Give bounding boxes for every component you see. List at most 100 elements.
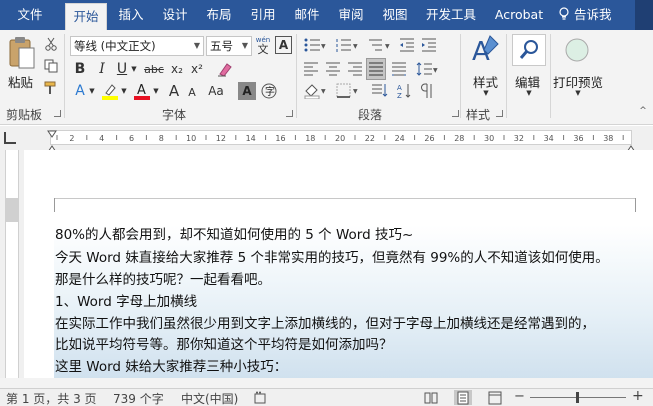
language-indicator[interactable]: 中文(中国)	[181, 390, 238, 406]
ruler-number: 32	[514, 134, 524, 143]
borders-icon[interactable]: ▼	[334, 82, 360, 100]
vertical-ruler[interactable]	[0, 150, 24, 378]
doc-paragraph[interactable]: 80%的人都会用到，却不知道如何使用的 5 个 Word 技巧~	[55, 223, 413, 243]
multilevel-list-icon[interactable]: ▼	[366, 36, 392, 54]
hanging-indent-marker[interactable]	[47, 142, 57, 153]
paste-label[interactable]: 粘贴	[8, 72, 33, 91]
account-area[interactable]	[635, 0, 653, 30]
bullets-icon[interactable]: ▼	[302, 36, 328, 54]
align-right-icon[interactable]	[346, 60, 364, 78]
distributed-icon[interactable]	[390, 60, 408, 78]
status-bar: 第 1 页，共 3 页 739 个字 中文(中国) − +	[0, 388, 653, 406]
enclose-character-icon[interactable]: 字	[260, 82, 278, 100]
styles-launcher[interactable]	[496, 110, 503, 117]
tab-home[interactable]: 开始	[65, 3, 107, 30]
format-painter-icon[interactable]	[42, 80, 60, 96]
zoom-in-icon[interactable]: +	[632, 388, 644, 404]
svg-text:▼: ▼	[353, 43, 358, 50]
tab-review[interactable]: 审阅	[330, 0, 372, 30]
tab-view[interactable]: 视图	[374, 0, 416, 30]
tab-file[interactable]: 文件	[6, 0, 54, 30]
tab-developer[interactable]: 开发工具	[418, 0, 484, 30]
paragraph-launcher[interactable]	[452, 110, 459, 117]
text-effects-button[interactable]: A	[72, 82, 88, 100]
zoom-out-icon[interactable]: −	[514, 389, 525, 404]
cut-icon[interactable]	[42, 36, 60, 52]
copy-icon[interactable]	[42, 58, 60, 74]
show-marks-icon[interactable]	[418, 82, 436, 100]
horizontal-scrollbar[interactable]	[0, 378, 653, 388]
italic-button[interactable]: I	[94, 60, 110, 78]
clipboard-group-label: 剪贴板	[6, 108, 43, 122]
decrease-indent-icon[interactable]	[398, 36, 416, 54]
font-color-icon[interactable]: A	[132, 82, 152, 100]
justify-icon[interactable]	[366, 58, 386, 80]
sort-icon[interactable]: AZ	[396, 82, 414, 100]
macro-record-icon[interactable]	[254, 391, 268, 406]
shading-icon[interactable]: ▼	[302, 82, 328, 100]
find-icon[interactable]	[512, 34, 546, 66]
character-shading-button[interactable]: A	[238, 82, 256, 100]
tab-design[interactable]: 设计	[154, 0, 196, 30]
clear-formatting-icon[interactable]	[216, 60, 234, 78]
change-case-button[interactable]: Aa	[204, 82, 228, 100]
zoom-slider-thumb[interactable]	[576, 392, 579, 403]
paste-icon[interactable]	[8, 36, 36, 73]
read-mode-icon[interactable]	[424, 391, 438, 406]
first-line-indent-marker[interactable]	[47, 127, 57, 138]
tab-insert[interactable]: 插入	[110, 0, 152, 30]
horizontal-ruler[interactable]: 2 4 6 8 10 12 14 16 18 20 22 24 26 28 30 32 34 36 38	[50, 130, 632, 145]
superscript-button[interactable]: x²	[188, 60, 206, 78]
shrink-font-button[interactable]: A	[184, 84, 200, 100]
font-launcher[interactable]	[286, 110, 293, 117]
doc-paragraph[interactable]: 今天 Word 妹直接给大家推荐 5 个非常实用的技巧，但竟然有 99%的人不知…	[55, 246, 609, 266]
chevron-down-icon[interactable]: ▼	[482, 88, 490, 98]
subscript-button[interactable]: x₂	[168, 60, 186, 78]
tab-layout[interactable]: 布局	[198, 0, 240, 30]
chinese-layout-icon[interactable]	[370, 82, 390, 100]
doc-paragraph[interactable]: 1、Word 字母上加横线	[55, 290, 197, 310]
strikethrough-button[interactable]: abc	[142, 60, 166, 78]
right-indent-marker[interactable]	[626, 142, 636, 153]
chevron-down-icon[interactable]: ▼	[574, 88, 582, 98]
phonetic-guide-button[interactable]: wén 文	[254, 34, 272, 56]
numbering-icon[interactable]: ▼	[334, 36, 360, 54]
tell-me-label: 告诉我	[573, 7, 612, 22]
tell-me-box[interactable]: 告诉我	[558, 0, 612, 30]
group-divider	[460, 34, 461, 118]
doc-paragraph[interactable]: 那是什么样的技巧呢？一起看看吧。	[55, 268, 271, 288]
chevron-down-icon[interactable]: ▼	[525, 88, 533, 98]
align-left-icon[interactable]	[302, 60, 320, 78]
font-name-combo[interactable]: 等线 (中文正文) ▼	[70, 36, 204, 56]
tab-mailings[interactable]: 邮件	[286, 0, 328, 30]
word-count[interactable]: 739 个字	[113, 390, 164, 406]
chevron-down-icon[interactable]: ▼	[120, 86, 128, 96]
doc-paragraph[interactable]: 比如说平均符号等。那你知道这个平均符是如何添加吗？	[55, 333, 393, 353]
page-count[interactable]: 第 1 页，共 3 页	[6, 390, 97, 406]
grow-font-button[interactable]: A	[166, 82, 182, 100]
line-spacing-icon[interactable]: ▼	[414, 60, 440, 78]
doc-paragraph[interactable]: 在实际工作中我们虽然很少用到文字上添加横线的，但对于字母上加横线还是经常遇到的，	[55, 312, 595, 332]
font-size-combo[interactable]: 五号 ▼	[206, 36, 252, 56]
align-center-icon[interactable]	[324, 60, 342, 78]
doc-paragraph[interactable]: 这里 Word 妹给大家推荐三种小技巧：	[55, 355, 287, 375]
character-border-button[interactable]: A	[275, 36, 292, 54]
clipboard-launcher[interactable]	[54, 110, 61, 117]
chevron-down-icon[interactable]: ▼	[152, 86, 160, 96]
web-layout-icon[interactable]	[488, 391, 502, 406]
increase-indent-icon[interactable]	[420, 36, 438, 54]
collapse-ribbon-icon[interactable]: ^	[638, 106, 648, 116]
highlight-color-icon[interactable]	[100, 82, 120, 100]
tab-acrobat[interactable]: Acrobat	[488, 0, 550, 30]
document-canvas[interactable]: 80%的人都会用到，却不知道如何使用的 5 个 Word 技巧~ 今天 Word…	[24, 150, 653, 378]
tab-selector-icon[interactable]	[4, 132, 16, 144]
group-divider	[64, 34, 65, 118]
chevron-down-icon[interactable]: ▼	[130, 64, 138, 74]
print-layout-icon[interactable]	[454, 390, 472, 405]
bold-button[interactable]: B	[72, 60, 88, 78]
print-preview-icon[interactable]	[563, 36, 591, 67]
underline-button[interactable]: U	[114, 60, 130, 78]
chevron-down-icon[interactable]: ▼	[88, 86, 96, 96]
tab-references[interactable]: 引用	[242, 0, 284, 30]
styles-icon[interactable]: A	[470, 34, 502, 69]
